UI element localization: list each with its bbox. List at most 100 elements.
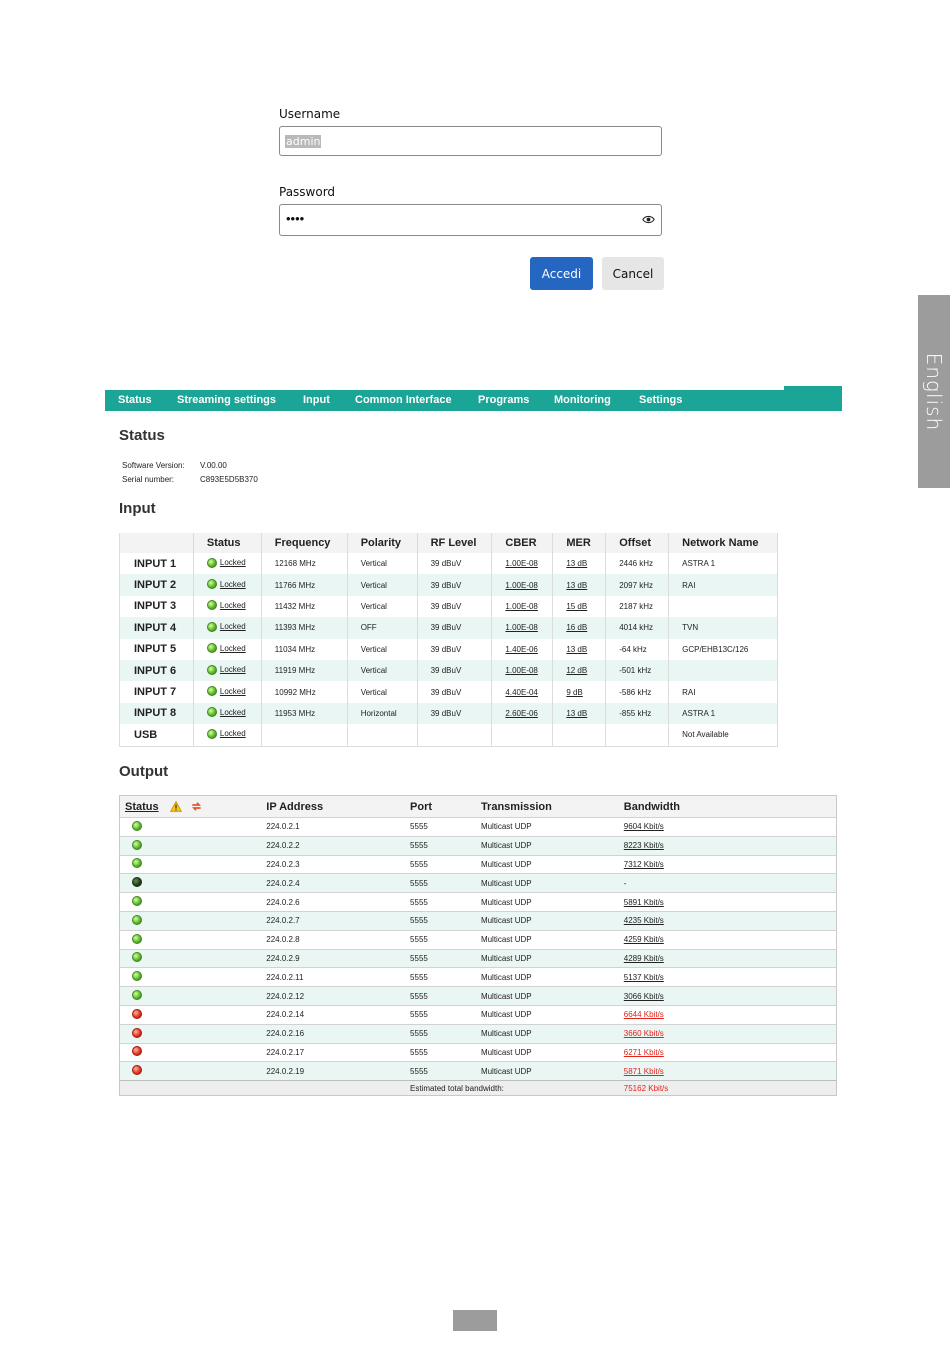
bandwidth-link[interactable]: 6271 Kbit/s — [624, 1048, 664, 1057]
output-transmission: Multicast UDP — [480, 854, 624, 874]
output-transmission: Multicast UDP — [480, 1042, 624, 1062]
input-rf-level: 39 dBuV — [416, 681, 493, 703]
nav-input[interactable]: Input — [303, 394, 330, 406]
password-label: Password — [279, 185, 336, 199]
cber-link[interactable]: 1.00E-08 — [505, 581, 537, 590]
password-field[interactable]: •••• — [279, 204, 662, 236]
input-name: INPUT 6 — [119, 659, 194, 682]
mer-link[interactable]: 13 dB — [566, 581, 587, 590]
status-link[interactable]: Locked — [220, 622, 246, 631]
output-status — [119, 835, 267, 856]
language-label: English — [922, 352, 946, 431]
input-network-name — [668, 595, 778, 618]
nav-status[interactable]: Status — [118, 394, 152, 406]
username-label: Username — [279, 107, 341, 121]
status-link[interactable]: Locked — [220, 687, 246, 696]
mer-link[interactable]: 12 dB — [566, 666, 587, 675]
input-rf-level: 39 dBuV — [416, 659, 493, 682]
status-led — [206, 728, 217, 739]
mer-link[interactable]: 13 dB — [566, 709, 587, 718]
cber-link[interactable]: 1.00E-08 — [505, 559, 537, 568]
serial-number-value: C893E5D5B370 — [200, 475, 258, 484]
bandwidth-link[interactable]: 9604 Kbit/s — [624, 822, 664, 831]
eye-icon[interactable] — [642, 213, 655, 226]
output-row: 224.0.2.3 5555 Multicast UDP 7312 Kbit/s — [119, 854, 837, 874]
input-title: Input — [119, 500, 156, 517]
status-led — [132, 1046, 142, 1057]
login-button[interactable]: Accedi — [530, 257, 593, 290]
status-link[interactable]: Locked — [220, 601, 246, 610]
input-offset: -586 kHz — [605, 681, 670, 703]
output-header-row: Status IP Address Port Transmission Band… — [119, 795, 837, 818]
cber-link[interactable]: 1.00E-08 — [505, 623, 537, 632]
col-header: Bandwidth — [623, 795, 837, 818]
nav-streaming-settings[interactable]: Streaming settings — [177, 394, 276, 406]
bandwidth-link[interactable]: 7312 Kbit/s — [624, 860, 664, 869]
output-ip: 224.0.2.17 — [266, 1042, 411, 1062]
input-network-name: TVN — [668, 617, 778, 639]
status-link[interactable]: Locked — [220, 708, 246, 717]
page-number-block — [453, 1310, 497, 1331]
cber-link[interactable]: 1.00E-08 — [505, 666, 537, 675]
bandwidth-link[interactable]: 5137 Kbit/s — [624, 973, 664, 982]
output-ip: 224.0.2.3 — [266, 854, 411, 874]
nav-monitoring[interactable]: Monitoring — [554, 394, 611, 406]
bandwidth-link[interactable]: 5891 Kbit/s — [624, 898, 664, 907]
bandwidth-link[interactable]: 3660 Kbit/s — [624, 1029, 664, 1038]
cber-link[interactable]: 4.40E-04 — [505, 688, 537, 697]
status-link[interactable]: Locked — [220, 580, 246, 589]
status-link[interactable]: Locked — [220, 644, 246, 653]
input-offset: 2097 kHz — [605, 574, 670, 596]
output-ip: 224.0.2.11 — [266, 967, 411, 987]
output-ip: 224.0.2.9 — [266, 948, 411, 968]
mer-link[interactable]: 9 dB — [566, 688, 582, 697]
mer-link[interactable]: 15 dB — [566, 602, 587, 611]
input-rf-level: 39 dBuV — [416, 595, 493, 618]
username-field[interactable]: admin — [279, 126, 662, 156]
refresh-icon[interactable] — [191, 801, 202, 812]
cber-link[interactable]: 1.40E-06 — [505, 645, 537, 654]
output-row: 224.0.2.9 5555 Multicast UDP 4289 Kbit/s — [119, 948, 837, 968]
bandwidth-link[interactable]: 4235 Kbit/s — [624, 916, 664, 925]
status-led — [132, 858, 142, 869]
col-header: Network Name — [668, 533, 778, 553]
warning-icon[interactable] — [169, 801, 182, 812]
input-mer: 12 dB — [552, 659, 607, 682]
input-row: INPUT 4 Locked 11393 MHz OFF 39 dBuV 1.00E-08… — [119, 617, 778, 639]
nav-settings[interactable]: Settings — [639, 394, 682, 406]
input-cber — [491, 724, 554, 747]
bandwidth-link[interactable]: 8223 Kbit/s — [624, 841, 664, 850]
bandwidth-link[interactable]: 4259 Kbit/s — [624, 935, 664, 944]
output-ip: 224.0.2.12 — [266, 986, 411, 1006]
bandwidth-link[interactable]: 3066 Kbit/s — [624, 992, 664, 1001]
mer-link[interactable]: 13 dB — [566, 559, 587, 568]
status-link[interactable]: Locked — [220, 665, 246, 674]
output-bandwidth: 5871 Kbit/s — [623, 1061, 837, 1081]
input-frequency — [260, 724, 348, 747]
status-led — [206, 686, 217, 697]
input-status: Locked — [192, 574, 262, 596]
output-bandwidth: 4289 Kbit/s — [623, 948, 837, 968]
bandwidth-link[interactable]: 5871 Kbit/s — [624, 1067, 664, 1076]
mer-link[interactable]: 13 dB — [566, 645, 587, 654]
input-row: INPUT 1 Locked 12168 MHz Vertical 39 dBuV 1.0… — [119, 553, 778, 575]
status-link[interactable]: Locked — [220, 729, 246, 738]
mer-link[interactable]: 16 dB — [566, 623, 587, 632]
nav-common-interface[interactable]: Common Interface — [355, 394, 452, 406]
cancel-button[interactable]: Cancel — [602, 257, 664, 290]
bandwidth-link[interactable]: 4289 Kbit/s — [624, 954, 664, 963]
output-row: 224.0.2.4 5555 Multicast UDP - — [119, 873, 837, 893]
input-row: INPUT 2 Locked 11766 MHz Vertical 39 dBuV 1.0… — [119, 574, 778, 596]
col-header: Polarity — [346, 533, 418, 553]
output-port: 5555 — [410, 986, 481, 1006]
bandwidth-link[interactable]: 6644 Kbit/s — [624, 1010, 664, 1019]
input-table: Status Frequency Polarity RF Level CBER … — [119, 533, 778, 747]
nav-programs[interactable]: Programs — [478, 394, 529, 406]
cber-link[interactable]: 2.60E-06 — [505, 709, 537, 718]
status-link[interactable]: Locked — [220, 558, 246, 567]
cber-link[interactable]: 1.00E-08 — [505, 602, 537, 611]
output-bandwidth: - — [623, 873, 837, 893]
status-sort-link[interactable]: Status — [125, 801, 159, 813]
output-row: 224.0.2.12 5555 Multicast UDP 3066 Kbit/s — [119, 986, 837, 1006]
output-bandwidth: 4259 Kbit/s — [623, 929, 837, 950]
